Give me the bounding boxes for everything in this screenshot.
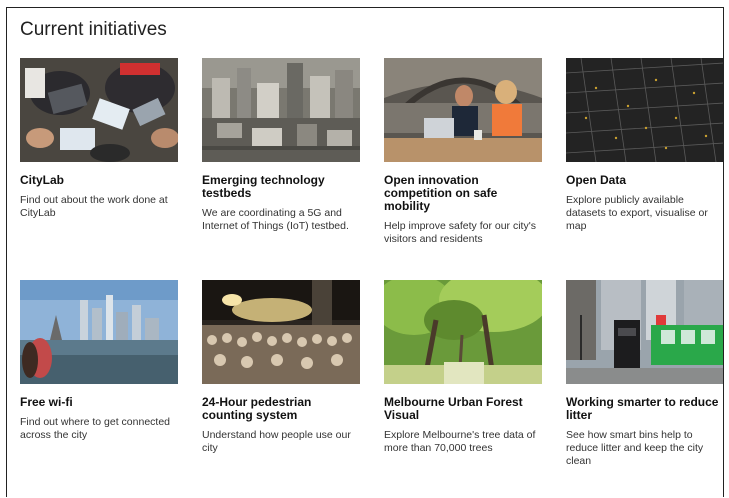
tree-avenue-photo <box>384 280 542 384</box>
city-skyline-photo <box>20 280 178 384</box>
smart-bin-tram-photo <box>566 280 723 384</box>
card-title: 24-Hour pedestrian counting system <box>202 395 312 422</box>
card-urban-forest-visual[interactable]: Melbourne Urban Forest Visual Explore Me… <box>384 280 542 455</box>
card-reduce-litter[interactable]: Working smarter to reduce litter See how… <box>566 280 723 468</box>
aerial-city-photo <box>202 58 360 162</box>
cafe-colleagues-photo <box>384 58 542 162</box>
card-description: Explore Melbourne's tree data of more th… <box>384 429 536 454</box>
card-pedestrian-counting[interactable]: 24-Hour pedestrian counting system Under… <box>202 280 360 455</box>
card-title: Free wi-fi <box>20 395 73 409</box>
card-open-innovation-competition[interactable]: Open innovation competition on safe mobi… <box>384 58 542 246</box>
night-crowd-photo <box>202 280 360 384</box>
street-map-graphic <box>566 58 723 162</box>
card-title: Melbourne Urban Forest Visual <box>384 395 523 422</box>
card-emerging-technology-testbeds[interactable]: Emerging technology testbeds We are coor… <box>202 58 360 233</box>
card-title: Open innovation competition on safe mobi… <box>384 173 498 213</box>
card-description: Find out where to get connected across t… <box>20 416 171 441</box>
card-title: Emerging technology testbeds <box>202 173 325 200</box>
card-open-data[interactable]: Open Data Explore publicly available dat… <box>566 58 723 233</box>
card-citylab[interactable]: CityLab Find out about the work done at … <box>20 58 178 220</box>
card-description: Explore publicly available datasets to e… <box>566 194 708 232</box>
initiatives-panel: Current initiatives CityLab Find out abo… <box>6 7 724 497</box>
card-title: CityLab <box>20 173 65 187</box>
card-description: We are coordinating a 5G and Internet of… <box>202 207 349 232</box>
section-title: Current initiatives <box>20 19 167 40</box>
card-description: Understand how people use our city <box>202 429 351 454</box>
people-at-laptops-photo <box>20 58 178 162</box>
card-description: Help improve safety for our city's visit… <box>384 220 536 245</box>
card-title: Open Data <box>566 173 627 187</box>
card-title: Working smarter to reduce litter <box>566 395 719 422</box>
card-description: Find out about the work done at CityLab <box>20 194 168 219</box>
card-description: See how smart bins help to reduce litter… <box>566 429 704 467</box>
card-free-wifi[interactable]: Free wi-fi Find out where to get connect… <box>20 280 178 442</box>
